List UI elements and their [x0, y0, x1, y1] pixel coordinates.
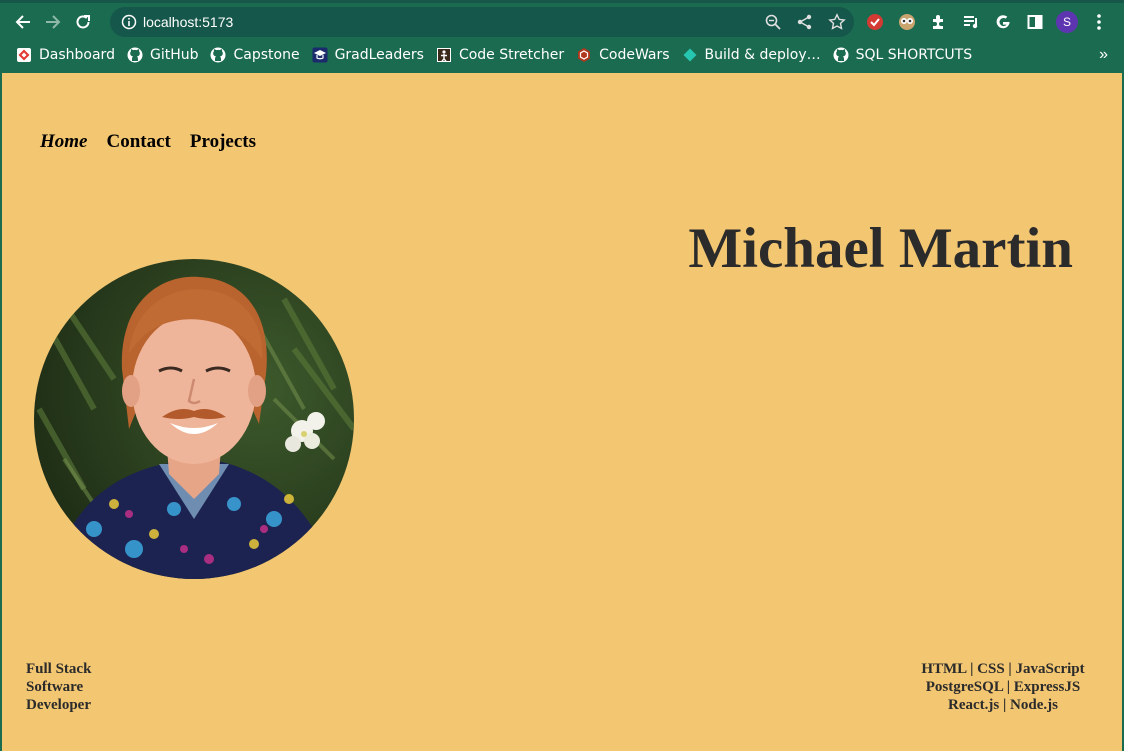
skills-list: HTML | CSS | JavaScript PostgreSQL | Exp… — [908, 660, 1098, 714]
nav-link-contact[interactable]: Contact — [107, 131, 171, 153]
forward-button[interactable] — [38, 7, 68, 37]
bookmark-label: CodeWars — [599, 47, 670, 63]
bookmark-codewars[interactable]: CodeWars — [576, 42, 670, 68]
dashboard-icon — [16, 47, 32, 63]
side-panel-button[interactable] — [1022, 7, 1048, 37]
zoom-icon[interactable] — [764, 13, 782, 31]
role-line: Full Stack — [26, 661, 92, 677]
bookmark-label: Dashboard — [39, 47, 115, 63]
more-bookmarks-button[interactable]: » — [1099, 42, 1108, 68]
extensions-area: S — [862, 7, 1112, 37]
url-text[interactable]: localhost:5173 — [143, 14, 233, 30]
nav-link-projects[interactable]: Projects — [190, 131, 256, 153]
gradleaders-icon — [312, 47, 328, 63]
bookmark-github[interactable]: GitHub — [127, 42, 199, 68]
nav-buttons — [8, 7, 98, 37]
bookmark-gradleaders[interactable]: GradLeaders — [312, 42, 424, 68]
bookmark-capstone[interactable]: Capstone — [210, 42, 300, 68]
puzzle-icon — [933, 15, 943, 29]
profile-photo — [34, 259, 354, 579]
address-bar[interactable]: localhost:5173 — [110, 7, 854, 37]
bookmarks-bar: Dashboard GitHub Capstone GradLeaders Co… — [0, 42, 1124, 68]
bookmark-label: Build & deploy… — [704, 47, 821, 63]
back-button[interactable] — [8, 7, 38, 37]
github-icon — [127, 47, 143, 63]
page-title: Michael Martin — [688, 217, 1073, 280]
role-text: Full Stack Software Developer — [26, 660, 126, 714]
kebab-menu-icon — [1097, 14, 1101, 30]
avatar-initial: S — [1062, 15, 1071, 29]
skills-line: HTML | CSS | JavaScript — [921, 661, 1085, 677]
arrow-right-icon — [46, 15, 61, 29]
bookmark-dashboard[interactable]: Dashboard — [16, 42, 115, 68]
playlist-icon — [964, 16, 978, 29]
code-stretcher-icon — [436, 47, 452, 63]
role-line: Developer — [26, 697, 91, 713]
window-top-edge — [0, 0, 1124, 3]
diamond-icon — [682, 47, 698, 63]
bookmark-label: GitHub — [149, 47, 199, 63]
google-icon — [996, 15, 1010, 29]
bookmark-label: Code Stretcher — [458, 47, 565, 63]
nav-link-home[interactable]: Home — [40, 131, 88, 153]
skills-line: React.js | Node.js — [948, 697, 1058, 713]
bookmark-label: Capstone — [233, 47, 300, 63]
star-icon[interactable] — [828, 13, 846, 31]
bookmark-label: GradLeaders — [334, 47, 424, 63]
github-icon — [833, 47, 849, 63]
bookmark-code-stretcher[interactable]: Code Stretcher — [436, 42, 564, 68]
google-extension[interactable] — [990, 7, 1016, 37]
reader-extension[interactable] — [894, 7, 920, 37]
reload-icon — [76, 15, 90, 29]
arrow-left-icon — [15, 15, 30, 29]
site-nav: Home Contact Projects — [40, 131, 256, 153]
todoist-extension[interactable] — [862, 7, 888, 37]
bookmark-build-deploy[interactable]: Build & deploy… — [682, 42, 821, 68]
codewars-icon — [576, 47, 592, 63]
reload-button[interactable] — [68, 7, 98, 37]
github-icon — [210, 47, 226, 63]
side-panel-icon — [1027, 15, 1043, 29]
media-control-button[interactable] — [958, 7, 984, 37]
info-icon[interactable] — [121, 14, 137, 30]
bookmark-sql-shortcuts[interactable]: SQL SHORTCUTS — [833, 42, 973, 68]
profile-button[interactable]: S — [1054, 7, 1080, 37]
todoist-icon — [867, 14, 883, 30]
page-viewport: Home Contact Projects Michael Martin Ful… — [2, 73, 1122, 751]
owl-icon — [899, 14, 915, 30]
share-icon[interactable] — [796, 13, 814, 31]
skills-line: PostgreSQL | ExpressJS — [925, 679, 1081, 695]
avatar: S — [1056, 11, 1078, 33]
bookmark-label: SQL SHORTCUTS — [855, 47, 973, 63]
menu-button[interactable] — [1086, 7, 1112, 37]
role-line: Software — [26, 679, 84, 695]
extensions-button[interactable] — [926, 7, 952, 37]
